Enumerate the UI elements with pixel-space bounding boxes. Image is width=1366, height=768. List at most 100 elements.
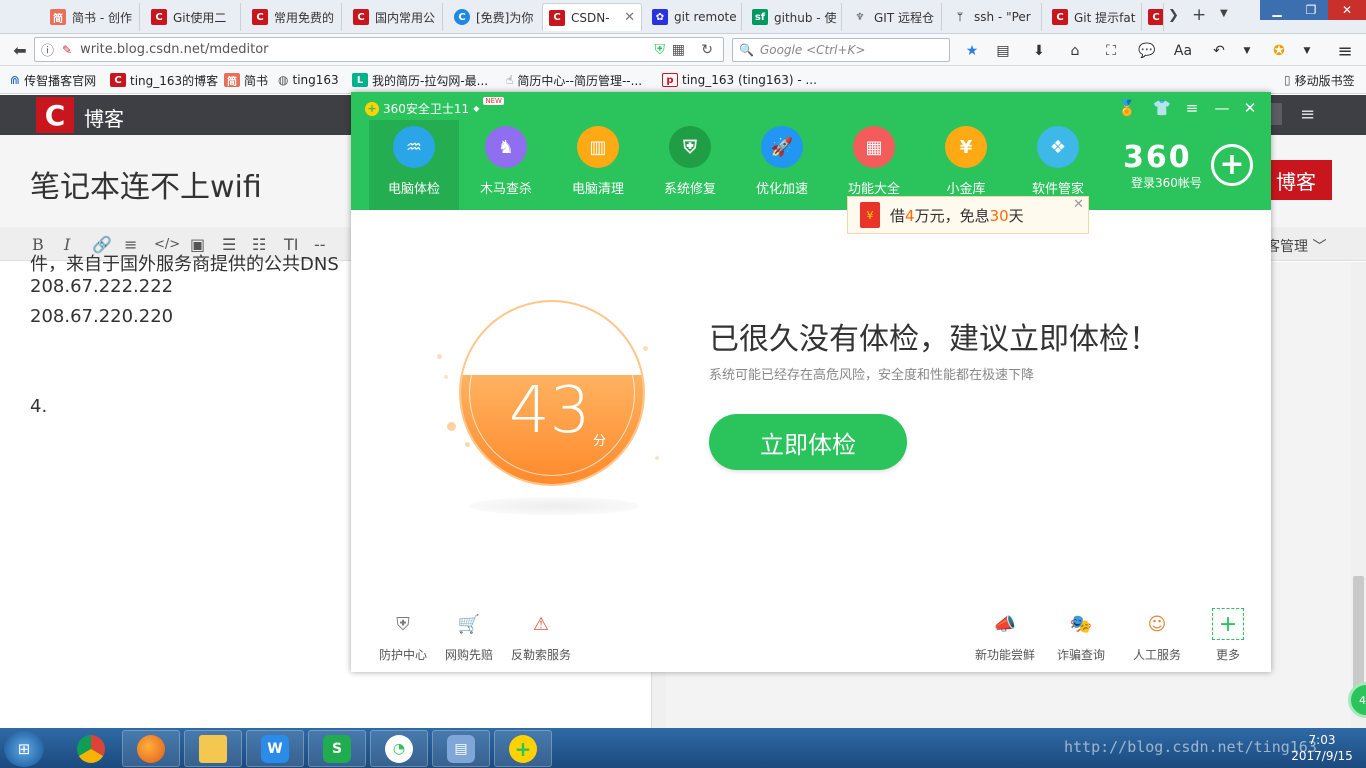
nav-pc-clean[interactable]: ▥ 电脑清理 — [553, 120, 643, 210]
close-tab-icon[interactable]: ✕ — [624, 10, 635, 25]
decor-dot — [643, 346, 648, 351]
nav-label: 系统修复 — [663, 182, 716, 197]
bookmark-item[interactable]: ⋒ 传智播客官网 — [10, 71, 96, 89]
mobile-icon: ▯ — [1284, 73, 1291, 87]
csdn-logo[interactable]: C — [36, 97, 74, 133]
tab-jianshu[interactable]: 简 简书 - 创作 — [44, 3, 140, 31]
treasury-icon: ¥ — [945, 126, 987, 168]
tab-git-remote-repo[interactable]: ♆ GIT 远程仓 — [846, 3, 942, 31]
taskbar-wps-writer[interactable]: W — [246, 730, 304, 767]
nav-pc-check[interactable]: ♒ 电脑体检 — [369, 120, 459, 210]
tab-github[interactable]: sf github - 使 — [746, 3, 842, 31]
human-service-icon: ☺ — [1147, 613, 1167, 635]
tab-git-usage[interactable]: C Git使用二 — [145, 3, 241, 31]
shopping-compensation-button[interactable]: 🛒 网购先赔 — [434, 608, 504, 663]
extension-dropdown-icon[interactable]: ▼ — [1296, 40, 1318, 62]
nav-speed-up[interactable]: 🚀 优化加速 — [737, 120, 827, 210]
new-tab-icon[interactable]: + — [1192, 5, 1206, 25]
bookmark-item[interactable]: p ting_163 (ting163) - ... — [662, 71, 817, 89]
bookmark-item[interactable]: ☝ 简历中心--简历管理--... — [506, 71, 642, 89]
minimize-window-icon[interactable]: ▁ — [1260, 0, 1294, 20]
taskbar-wps-sheet[interactable]: S — [308, 730, 366, 767]
tab-domestic-dns[interactable]: C 国内常用公 — [347, 3, 443, 31]
new-features-button[interactable]: 📣 新功能尝鲜 — [970, 608, 1040, 663]
skin-icon[interactable]: 👕 — [1151, 98, 1173, 118]
maximize-window-icon[interactable]: ❐ — [1294, 0, 1328, 20]
close-icon[interactable]: ✕ — [1239, 98, 1261, 118]
undo-icon[interactable]: ↶ — [1208, 40, 1230, 62]
protection-center-button[interactable]: ⛨ 防护中心 — [368, 608, 438, 663]
fraud-check-button[interactable]: 🎭 诈骗查询 — [1046, 608, 1116, 663]
address-bar[interactable]: ⓘ ✎ write.blog.csdn.net/mdeditor ⛨ ▦ ↻ — [34, 37, 724, 62]
csdn-icon: C — [1148, 9, 1163, 25]
preview-scrollbar[interactable] — [1351, 262, 1366, 728]
loan-popup[interactable]: ¥ 借4万元，免息30天 ✕ — [847, 196, 1089, 234]
qr-code-icon[interactable]: ▦ — [672, 42, 685, 58]
medal-icon[interactable]: 🏅 — [1116, 98, 1138, 118]
reader-icon[interactable]: Aa — [1172, 40, 1194, 62]
tab-git-remote[interactable]: ✿ git remote — [646, 3, 742, 31]
tab-list-icon[interactable]: ▼ — [1220, 8, 1228, 19]
back-icon[interactable]: ⬅ — [8, 38, 32, 62]
bookmark-star-icon[interactable]: ★ — [961, 40, 983, 62]
article-title[interactable]: 笔记本连不上wifi — [30, 162, 262, 206]
tab-ssh[interactable]: ᛘ ssh - "Per — [946, 3, 1042, 31]
taskbar-360[interactable]: + — [494, 730, 552, 767]
bookmark-item[interactable]: ◍ ting163 — [278, 71, 339, 89]
system-clock[interactable]: 7:03 2017/9/15 — [1282, 732, 1362, 764]
minimize-icon[interactable]: — — [1211, 98, 1233, 118]
undo-dropdown-icon[interactable]: ▼ — [1236, 40, 1258, 62]
chat-icon[interactable]: 💬 — [1136, 40, 1158, 62]
tab-free-for-you[interactable]: C [免费]为你 — [448, 3, 544, 31]
tab-csdn-active[interactable]: C CSDN- ✕ — [542, 3, 642, 31]
more-button[interactable]: + 更多 — [1193, 608, 1263, 663]
extension-icon[interactable]: ✪ — [1268, 40, 1290, 62]
bookmarks-bar: ⋒ 传智播客官网 C ting_163的博客 简 简书 ◍ ting163 L … — [0, 66, 1366, 94]
nav-trojan-scan[interactable]: ♞ 木马查杀 — [461, 120, 551, 210]
info-icon[interactable]: ⓘ — [41, 40, 54, 59]
taskbar-wechat[interactable]: ◔ — [370, 730, 428, 767]
start-button[interactable]: ⊞ — [4, 731, 44, 767]
scroll-tabs-right-icon[interactable]: ❯ — [1168, 8, 1179, 23]
pc-clean-icon: ▥ — [577, 126, 619, 168]
blog-manage-menu[interactable]: 客管理 ﹀ — [1266, 236, 1326, 256]
taskbar-chrome[interactable] — [62, 730, 120, 767]
editor-content[interactable]: 件，来自于国外服务商提供的公共DNS 208.67.222.222 208.67… — [30, 254, 350, 422]
reload-icon[interactable]: ↻ — [701, 42, 713, 58]
tab-git-fatal[interactable]: C Git 提示fat — [1046, 3, 1142, 31]
menu-icon[interactable]: ≡ — [1334, 40, 1356, 62]
close-popup-icon[interactable]: ✕ — [1073, 197, 1084, 212]
taskbar-firefox[interactable] — [122, 730, 180, 767]
account-plus-icon[interactable]: + — [1211, 144, 1253, 186]
bookmark-item[interactable]: 简 简书 — [224, 71, 268, 89]
csdn-menu-icon[interactable]: ≡ — [1300, 104, 1315, 125]
text-line — [30, 332, 350, 392]
url-text[interactable]: write.blog.csdn.net/mdeditor — [80, 42, 268, 57]
settings-menu-icon[interactable]: ≡ — [1181, 98, 1203, 118]
reading-list-icon[interactable]: ▤ — [992, 40, 1014, 62]
anti-ransom-button[interactable]: ⚠ 反勒索服务 — [506, 608, 576, 663]
check-now-button[interactable]: 立即体检 — [709, 414, 907, 470]
bookmark-item[interactable]: L 我的简历-拉勾网-最... — [352, 71, 488, 89]
mobile-bookmarks[interactable]: ▯ 移动版书签 — [1284, 71, 1355, 89]
tab-free-dns[interactable]: C 常用免费的 — [246, 3, 342, 31]
home-icon[interactable]: ⌂ — [1064, 40, 1086, 62]
tab-label: github - 使 — [774, 10, 837, 25]
tab-overflow[interactable]: C — [1146, 3, 1164, 31]
crop-icon[interactable]: ⛶ — [1100, 40, 1122, 62]
human-service-button[interactable]: ☺ 人工服务 — [1122, 608, 1192, 663]
system-repair-icon: ⛨ — [669, 126, 711, 168]
csdn-icon: C — [110, 73, 126, 87]
download-icon[interactable]: ⬇ — [1028, 40, 1050, 62]
taskbar-control-panel[interactable]: ▤ — [432, 730, 490, 767]
browser-tab-strip: 简 简书 - 创作 C Git使用二 C 常用免费的 C 国内常用公 C [免费… — [0, 0, 1366, 34]
site-name[interactable]: 博客 — [84, 103, 124, 132]
shield-icon[interactable]: ⛨ — [655, 42, 666, 58]
security-app-window: + 360安全卫士11 ◆ NEW 🏅 👕 ≡ — ✕ ♒ 电脑体检 ♞ 木马查… — [351, 92, 1271, 672]
close-window-icon[interactable]: ✕ — [1328, 0, 1366, 20]
bookmark-item[interactable]: C ting_163的博客 — [110, 71, 218, 89]
nav-system-repair[interactable]: ⛨ 系统修复 — [645, 120, 735, 210]
taskbar-explorer[interactable] — [184, 730, 242, 767]
search-input[interactable]: 🔍 Google <Ctrl+K> — [732, 38, 950, 62]
login-link[interactable]: 登录360帐号 — [1131, 174, 1202, 191]
